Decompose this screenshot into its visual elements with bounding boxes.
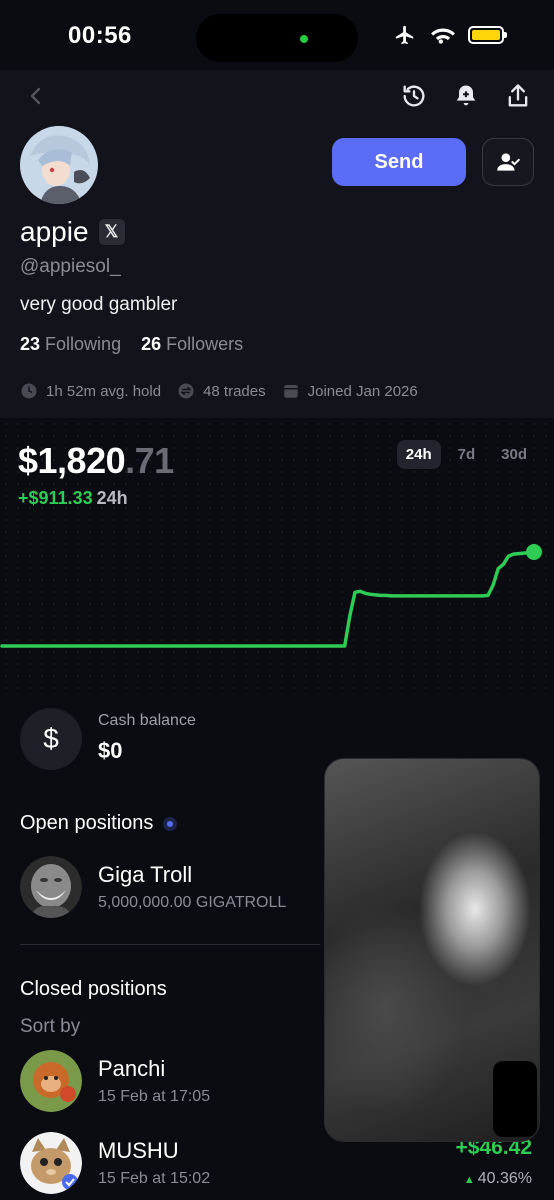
camera-indicator-dot (300, 35, 308, 43)
following-count: 23 (20, 334, 41, 354)
back-icon[interactable] (24, 84, 48, 108)
battery-level (472, 30, 500, 40)
live-indicator-icon (163, 816, 178, 831)
balance-cents: .71 (125, 440, 174, 481)
position-name: Giga Troll (98, 862, 193, 887)
joined-meta: Joined Jan 2026 (282, 382, 418, 400)
user-check-icon (497, 153, 520, 171)
bell-icon[interactable] (452, 82, 480, 110)
video-corner-block (493, 1061, 537, 1137)
position-name: Panchi (98, 1056, 166, 1081)
period-30d[interactable]: 30d (492, 440, 536, 469)
position-date: 15 Feb at 17:05 (98, 1088, 211, 1105)
cash-value: $0 (98, 738, 123, 763)
header-actions (400, 82, 532, 110)
clock-icon (21, 383, 37, 399)
change-amount: +$911.33 (18, 488, 93, 508)
open-positions-label: Open positions (20, 812, 154, 834)
up-arrow-icon: ▲ (463, 1174, 475, 1186)
position-pct-value: 40.36% (477, 1170, 532, 1187)
following-label: Following (45, 334, 122, 354)
battery-icon (468, 26, 507, 44)
trades-text: 48 trades (203, 382, 266, 400)
section-divider (20, 944, 320, 945)
profile-header: Send appie 𝕏 @appiesol_ very good gamble… (0, 70, 554, 418)
balance-main: $1,820 (18, 440, 126, 481)
profile-name-row: appie 𝕏 (20, 216, 125, 248)
status-icons (392, 24, 507, 46)
portfolio-chart-section: $1,820.71 +$911.33 24h 24h 7d 30d (0, 418, 554, 698)
portfolio-change: +$911.33 24h (18, 488, 128, 509)
position-name: MUSHU (98, 1138, 179, 1163)
share-icon[interactable] (504, 82, 532, 110)
sort-by-control[interactable]: Sort by (20, 1016, 80, 1038)
avg-hold-meta: 1h 52m avg. hold (20, 382, 161, 400)
status-bar: 00:56 (0, 0, 554, 70)
history-icon[interactable] (400, 82, 428, 110)
send-button[interactable]: Send (332, 138, 466, 186)
period-7d[interactable]: 7d (449, 440, 485, 469)
avg-hold-text: 1h 52m avg. hold (46, 382, 162, 400)
followers-label: Followers (166, 334, 244, 354)
followers-count: 26 (141, 334, 162, 354)
position-pct: ▲ 40.36% (464, 1170, 532, 1188)
follow-stats: 23 Following 26 Followers (20, 334, 243, 355)
x-icon[interactable]: 𝕏 (98, 219, 125, 245)
swap-icon (178, 383, 194, 399)
position-date: 15 Feb at 15:02 (98, 1170, 211, 1187)
airplane-icon (395, 25, 414, 45)
cash-label: Cash balance (98, 712, 196, 729)
change-period: 24h (96, 488, 128, 508)
trades-meta: 48 trades (177, 382, 266, 400)
calendar-icon (283, 385, 298, 398)
followers-stat[interactable]: 26 Followers (141, 334, 243, 355)
giga-troll-avatar (20, 856, 82, 918)
following-stat[interactable]: 23 Following (20, 334, 121, 355)
wifi-icon (431, 28, 455, 44)
profile-name: appie (20, 216, 89, 247)
period-selector: 24h 7d 30d (396, 440, 536, 469)
profile-meta: 1h 52m avg. hold 48 trades Joined Jan 20… (20, 382, 418, 400)
joined-text: Joined Jan 2026 (307, 382, 418, 400)
chart-series-line (0, 550, 536, 648)
position-amount: 5,000,000.00 GIGATROLL (98, 894, 287, 911)
status-time: 00:56 (68, 22, 132, 49)
chart-end-point (526, 544, 542, 560)
picture-in-picture-video[interactable] (324, 758, 540, 1142)
closed-positions-title: Closed positions (20, 978, 167, 1001)
portfolio-balance: $1,820.71 (18, 440, 174, 482)
dollar-icon: $ (20, 708, 82, 770)
dynamic-island (196, 14, 358, 62)
panchi-avatar (20, 1050, 82, 1112)
follow-user-button[interactable] (482, 138, 534, 186)
closed-positions-label: Closed positions (20, 978, 167, 1000)
profile-bio: very good gambler (20, 294, 178, 315)
profile-handle: @appiesol_ (20, 256, 121, 277)
period-24h[interactable]: 24h (396, 440, 441, 469)
mushu-avatar (20, 1132, 82, 1194)
profile-avatar (20, 126, 98, 204)
open-positions-title: Open positions (20, 812, 178, 835)
